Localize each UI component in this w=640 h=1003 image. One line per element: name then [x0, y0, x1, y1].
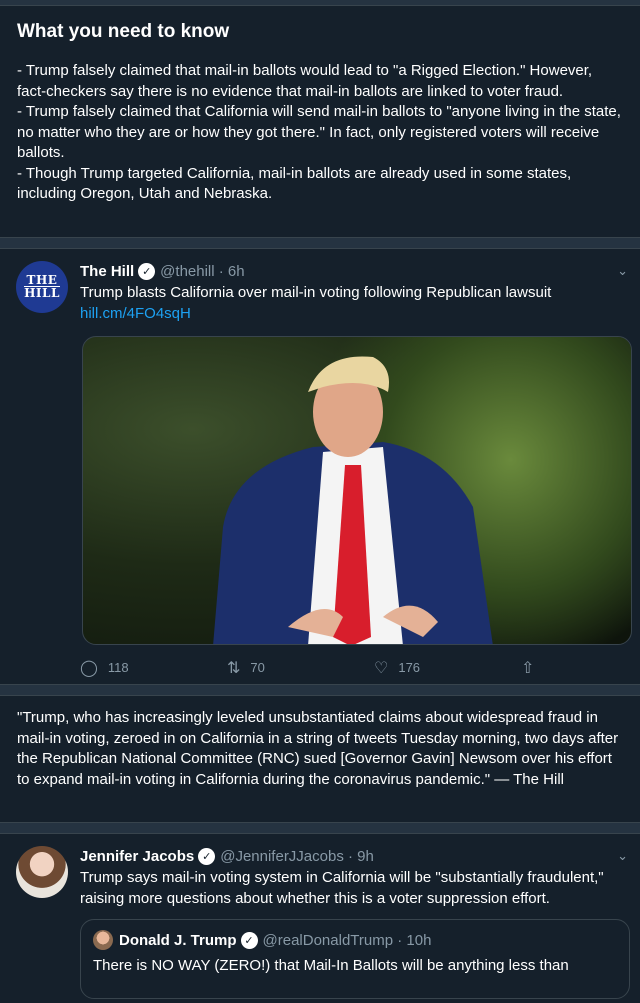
avatar-text-bottom: HILL	[24, 286, 60, 300]
chevron-down-icon[interactable]: ⌄	[617, 263, 628, 279]
quoted-author-handle: @realDonaldTrump · 10h	[262, 931, 432, 949]
share-icon: ⇧	[521, 659, 535, 677]
verified-badge-icon: ✓	[240, 931, 258, 949]
quoted-tweet-text: There is NO WAY (ZERO!) that Mail-In Bal…	[93, 957, 569, 974]
author-handle[interactable]: @thehill · 6h	[160, 263, 244, 280]
tweet-thehill[interactable]: ⌄ THE HILL The Hill ✓ @thehill · 6h Trum…	[0, 249, 640, 684]
verified-badge-icon: ✓	[138, 262, 156, 280]
verified-badge-icon: ✓	[198, 847, 216, 865]
section-body: - Trump falsely claimed that mail-in bal…	[17, 62, 621, 202]
avatar[interactable]	[16, 846, 68, 898]
article-quote: "Trump, who has increasingly leveled uns…	[0, 696, 640, 822]
section-separator	[0, 684, 640, 696]
quoted-author-name: Donald J. Trump	[119, 931, 237, 949]
tweet-photo[interactable]	[82, 335, 632, 645]
photo-subject	[213, 355, 493, 644]
avatar	[93, 930, 113, 950]
section-separator	[0, 237, 640, 249]
avatar[interactable]: THE HILL	[16, 261, 68, 313]
tweet-jenniferjacobs[interactable]: ⌄ Jennifer Jacobs ✓ @JenniferJJacobs · 9…	[0, 834, 640, 999]
chevron-down-icon[interactable]: ⌄	[617, 848, 628, 864]
tweet-link[interactable]: hill.cm/4FO4sqH	[80, 304, 624, 324]
reply-button[interactable]: ◯ 118	[80, 658, 227, 678]
retweet-button[interactable]: ⇅ 70	[227, 658, 374, 678]
quoted-tweet[interactable]: Donald J. Trump ✓ @realDonaldTrump · 10h…	[80, 919, 630, 999]
like-button[interactable]: ♡ 176	[374, 658, 521, 678]
tweet-text: Trump says mail-in voting system in Cali…	[80, 869, 604, 907]
tweet-actions: ◯ 118 ⇅ 70 ♡ 176 ⇧	[80, 655, 624, 681]
like-count: 176	[398, 660, 421, 675]
tweet-text: Trump blasts California over mail-in vot…	[80, 284, 552, 301]
share-button[interactable]: ⇧	[521, 658, 544, 678]
what-you-need-to-know: What you need to know - Trump falsely cl…	[0, 6, 640, 237]
heart-icon: ♡	[374, 659, 389, 677]
section-title: What you need to know	[17, 21, 230, 42]
reply-icon: ◯	[80, 659, 98, 677]
section-separator	[0, 822, 640, 834]
avatar-text-top: THE	[26, 273, 58, 287]
retweet-count: 70	[250, 660, 265, 675]
author-handle[interactable]: @JenniferJJacobs · 9h	[220, 848, 374, 865]
quote-text: "Trump, who has increasingly leveled uns…	[17, 709, 619, 788]
reply-count: 118	[107, 660, 129, 675]
author-name[interactable]: The Hill	[80, 263, 134, 280]
author-name[interactable]: Jennifer Jacobs	[80, 848, 194, 865]
retweet-icon: ⇅	[227, 659, 241, 677]
